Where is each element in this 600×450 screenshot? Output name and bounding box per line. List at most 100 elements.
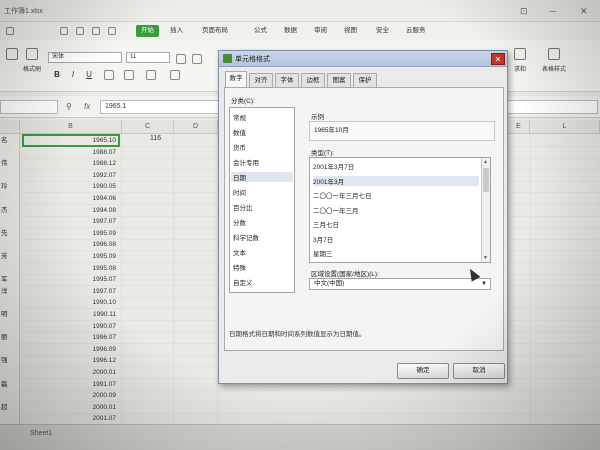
restore-icon[interactable]: ⊡ (520, 6, 528, 17)
category-item[interactable]: 科学记数 (233, 232, 259, 242)
category-item[interactable]: 常规 (233, 112, 246, 122)
table-style-button[interactable]: 表格样式 (538, 46, 570, 84)
zoom-icon[interactable]: ⚲ (66, 102, 72, 111)
type-item[interactable]: 二〇〇一年三月七日 (313, 190, 479, 200)
menu-page-layout[interactable]: 页面布局 (200, 25, 230, 37)
category-item[interactable]: 文本 (233, 247, 246, 257)
scroll-thumb[interactable] (483, 168, 489, 192)
cancel-button[interactable]: 取消 (453, 363, 505, 379)
selected-cell[interactable] (22, 134, 120, 147)
row-name-cell[interactable]: 玲 (0, 181, 20, 193)
undo-icon[interactable] (92, 27, 100, 35)
tab-font[interactable]: 字体 (275, 73, 299, 87)
row-name-cell[interactable]: 磊 (0, 379, 20, 391)
menu-security[interactable]: 安全 (374, 25, 391, 37)
close-window-icon[interactable]: ✕ (580, 6, 588, 17)
category-item[interactable]: 百分比 (233, 202, 253, 212)
tab-protection[interactable]: 保护 (353, 73, 377, 87)
column-header-b[interactable]: B (20, 120, 122, 134)
row-name-cell[interactable] (0, 193, 20, 205)
ok-button[interactable]: 确定 (397, 363, 449, 379)
row-name-cell[interactable]: 芳 (0, 251, 20, 263)
row-name-cell[interactable] (0, 147, 20, 159)
border-icon[interactable] (104, 70, 114, 80)
category-item[interactable]: 特殊 (233, 262, 246, 272)
cell-c1[interactable]: 116 (150, 135, 161, 142)
row-name-cell[interactable]: 名 (0, 135, 20, 147)
fx-icon[interactable]: fx (84, 102, 90, 111)
category-item[interactable]: 数值 (233, 127, 246, 137)
column-header-e[interactable]: E (508, 120, 530, 134)
menu-cloud[interactable]: 云服务 (404, 25, 428, 37)
italic-button[interactable]: I (68, 70, 78, 80)
type-item[interactable]: 2001年3月7日 (313, 161, 479, 171)
row-name-cell[interactable]: 杰 (0, 205, 20, 217)
column-header-l[interactable]: L (530, 120, 600, 134)
tab-alignment[interactable]: 对齐 (249, 73, 273, 87)
scroll-up-icon[interactable]: ▲ (483, 159, 488, 165)
column-header-d[interactable]: D (174, 120, 218, 134)
row-name-cell[interactable] (0, 321, 20, 333)
menu-data[interactable]: 数据 (282, 25, 299, 37)
row-name-cell[interactable]: 明 (0, 309, 20, 321)
font-name-select[interactable]: 宋体 (48, 52, 122, 63)
menu-formulas[interactable]: 公式 (252, 25, 269, 37)
row-name-cell[interactable]: 强 (0, 355, 20, 367)
document-tab[interactable]: 工作簿1.xlsx (0, 4, 47, 20)
row-name-cell[interactable] (0, 263, 20, 275)
row-name-cell[interactable] (0, 216, 20, 228)
menu-view[interactable]: 视图 (342, 25, 359, 37)
type-list-scrollbar[interactable]: ▲ ▼ (481, 158, 490, 262)
shrink-font-icon[interactable] (192, 54, 202, 64)
locale-select[interactable]: 中文(中国) ▼ (309, 278, 491, 290)
name-box[interactable] (0, 100, 58, 114)
fill-color-icon[interactable] (124, 70, 134, 80)
row-name-cell[interactable]: 伟 (0, 158, 20, 170)
category-item[interactable]: 日期 (231, 172, 293, 182)
category-item[interactable]: 会计专用 (233, 157, 259, 167)
redo-icon[interactable] (108, 27, 116, 35)
tab-number[interactable]: 数字 (225, 71, 247, 88)
sum-button[interactable]: 求和 (508, 46, 532, 84)
row-name-cell[interactable]: 军 (0, 274, 20, 286)
type-item[interactable]: 三月七日 (313, 219, 479, 229)
clear-format-icon[interactable] (170, 70, 180, 80)
corner-select-all[interactable] (0, 120, 20, 134)
row-name-cell[interactable]: 先 (0, 228, 20, 240)
print-icon[interactable] (76, 27, 84, 35)
type-item[interactable]: 3月7日 (313, 234, 479, 244)
close-icon[interactable]: ✕ (491, 53, 505, 65)
save-icon[interactable] (60, 27, 68, 35)
category-item[interactable]: 自定义 (233, 277, 253, 287)
type-item[interactable]: 星期三 (313, 248, 479, 258)
menu-review[interactable]: 审阅 (312, 25, 329, 37)
format-painter-button[interactable]: 格式刷 (20, 46, 44, 84)
row-name-cell[interactable]: 超 (0, 402, 20, 414)
font-size-select[interactable]: 11 (126, 52, 170, 63)
menu-home[interactable]: 开始 (136, 25, 159, 37)
column-header-c[interactable]: C (122, 120, 174, 134)
grow-font-icon[interactable] (176, 54, 186, 64)
menu-icon[interactable] (6, 27, 14, 35)
category-item[interactable]: 货币 (233, 142, 246, 152)
row-name-cell[interactable] (0, 239, 20, 251)
row-name-cell[interactable] (0, 367, 20, 379)
dialog-title-bar[interactable]: 单元格格式 ✕ (219, 51, 507, 67)
row-name-cell[interactable] (0, 297, 20, 309)
category-list[interactable]: 常规 数值 货币 会计专用 日期 时间 百分比 分数 科学记数 文本 特殊 自定义 (229, 107, 295, 293)
category-item[interactable]: 分数 (233, 217, 246, 227)
row-name-cell[interactable]: 丽 (0, 332, 20, 344)
sheet-tab[interactable]: Sheet1 (30, 430, 52, 437)
underline-button[interactable]: U (84, 70, 94, 80)
row-name-cell[interactable]: 洋 (0, 286, 20, 298)
tab-border[interactable]: 边框 (301, 73, 325, 87)
type-item[interactable]: 二〇〇一年三月 (313, 205, 479, 215)
tab-pattern[interactable]: 图案 (327, 73, 351, 87)
row-name-cell[interactable] (0, 390, 20, 402)
type-item[interactable]: 2001年3月 (313, 175, 479, 186)
minimize-icon[interactable]: ─ (550, 6, 556, 16)
bold-button[interactable]: B (52, 70, 62, 80)
row-name-cell[interactable] (0, 344, 20, 356)
scroll-down-icon[interactable]: ▼ (483, 255, 488, 261)
font-color-icon[interactable] (146, 70, 156, 80)
